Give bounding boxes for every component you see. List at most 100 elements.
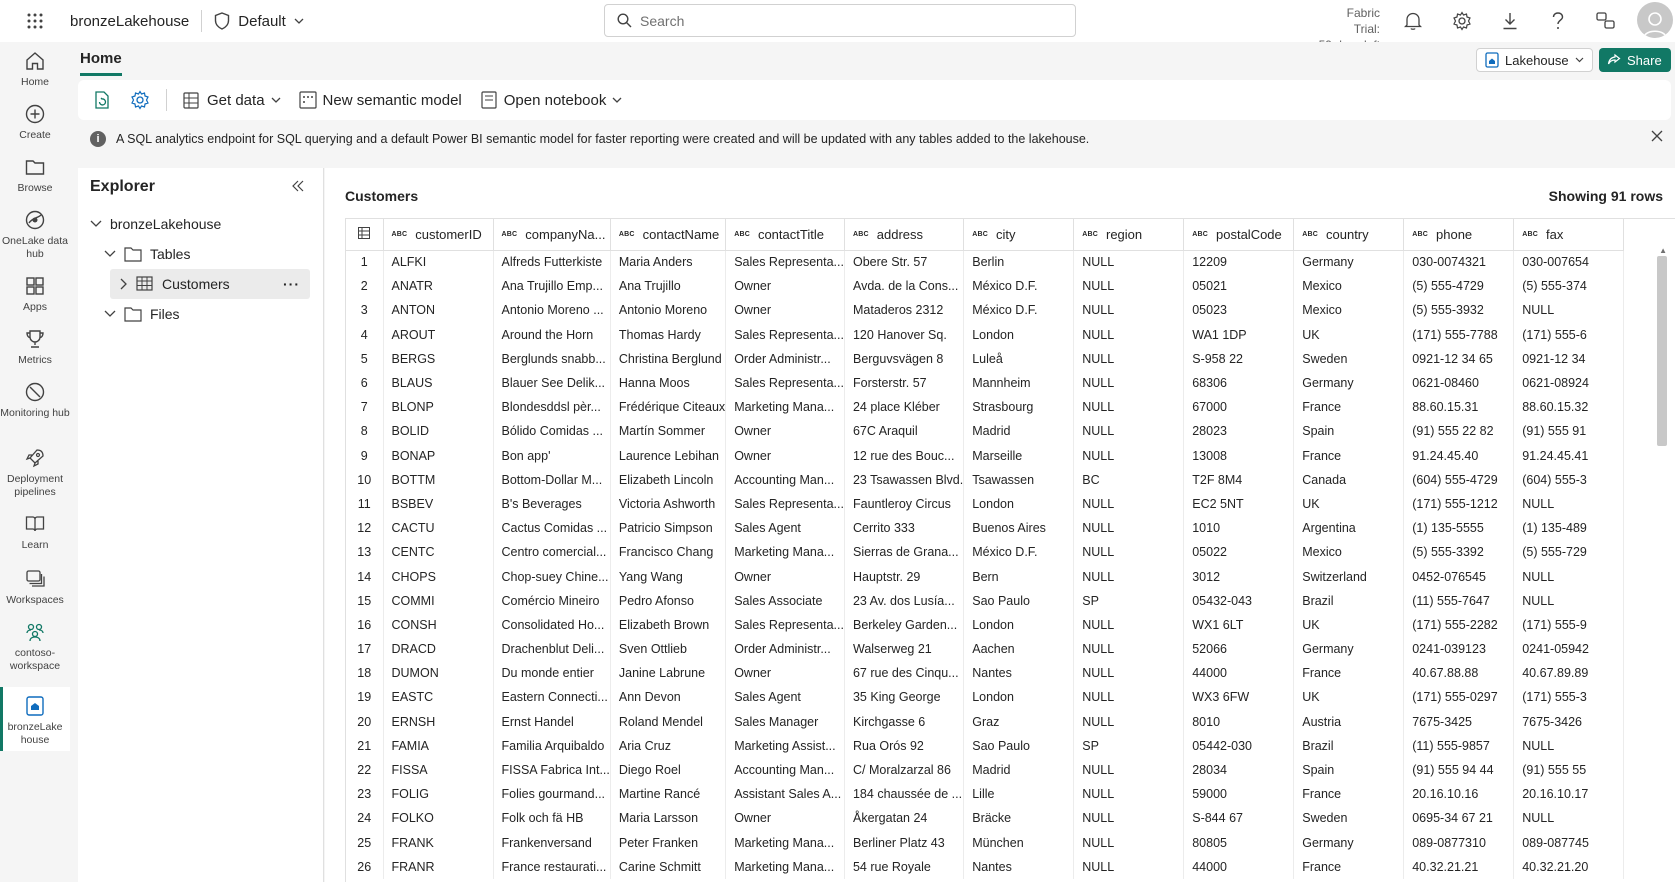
nav-onelake[interactable]: OneLake data hub [0,209,70,261]
table-cell: Madrid [963,419,1075,444]
help-button[interactable] [1546,9,1570,33]
collapse-explorer-button[interactable] [292,180,304,195]
scroll-up-arrow[interactable]: ▲ [1659,246,1667,255]
table-row[interactable]: 25 FRANK Frankenversand Peter Franken Market… [346,830,1625,855]
refresh-button[interactable] [86,86,118,114]
column-header[interactable]: ABC region [1073,219,1185,251]
open-notebook-button[interactable]: Open notebook [474,87,629,113]
table-row[interactable]: 26 FRANR France restaurati... Carine Schmit… [346,854,1625,879]
column-header[interactable]: ABC address [844,219,965,251]
table-row[interactable]: 5 BERGS Berglunds snabb... Christina Berglu… [346,346,1625,371]
table-row[interactable]: 22 FISSA FISSA Fabrica Int... Diego Roel Acc… [346,757,1625,783]
text-type-icon: ABC [852,230,869,238]
text-type-icon: ABC [1192,230,1208,238]
table-row[interactable]: 11 BSBEV B's Beverages Victoria Ashworth Sal… [346,491,1625,517]
item-title[interactable]: bronzeLakehouse [70,13,201,30]
table-row[interactable]: 9 BONAP Bon app' Laurence Lebihan Owner 12 ru… [346,443,1625,468]
download-button[interactable] [1498,9,1522,33]
table-row[interactable]: 21 FAMIA Familia Arquibaldo Aria Cruz Market… [346,733,1625,758]
share-button[interactable]: Share [1599,48,1671,72]
table-cell: S-958 22 [1183,346,1295,371]
nav-create[interactable]: Create [0,103,70,142]
lakehouse-mode-button[interactable]: Lakehouse [1476,48,1593,72]
table-cell: NULL [1073,612,1185,637]
table-row[interactable]: 10 BOTTM Bottom-Dollar M... Elizabeth Linco… [346,467,1625,492]
settings-button[interactable] [1450,9,1474,33]
table-cell: France [1293,782,1405,807]
data-grid[interactable]: ABC customerID ABC companyNa... ABC contactNa… [345,218,1675,882]
new-semantic-model-button[interactable]: New semantic model [293,87,468,113]
settings-toolbar-button[interactable] [124,86,156,114]
nav-contoso-workspace[interactable]: contoso-workspace [0,621,70,673]
avatar[interactable] [1637,2,1673,38]
table-cell: 28023 [1183,419,1295,444]
table-row[interactable]: 8 BOLID Bólido Comidas ... Martín Sommer Own… [346,419,1625,444]
search-box[interactable]: Search [604,4,1076,37]
table-row[interactable]: 4 AROUT Around the Horn Thomas Hardy Sales R… [346,322,1625,347]
app-launcher-button[interactable] [0,0,70,42]
explorer-pane: Explorer bronzeLakehouse Tables Customer… [78,168,324,882]
tab-home[interactable]: Home [80,50,122,76]
table-row[interactable]: 1 ALFKI Alfreds Futterkiste Maria Anders Sal… [346,250,1625,275]
nav-monitoring[interactable]: Monitoring hub [0,381,70,420]
table-row[interactable]: 16 CONSH Consolidated Ho... Elizabeth Brown… [346,612,1625,637]
dismiss-info-button[interactable] [1651,130,1663,145]
table-row[interactable]: 20 ERNSH Ernst Handel Roland Mendel Sales Ma… [346,709,1625,734]
column-header[interactable]: ABC companyNa... [493,219,611,251]
column-header[interactable]: ABC customerID [383,219,494,251]
table-row[interactable]: 23 FOLIG Folies gourmand... Martine Rancé As… [346,782,1625,807]
tree-files-folder[interactable]: Files [78,299,324,329]
feedback-button[interactable] [1594,9,1618,33]
table-cell: 20.16.10.17 [1513,782,1625,807]
get-data-button[interactable]: Get data [177,86,287,114]
nav-apps[interactable]: Apps [0,275,70,314]
table-cell: 80805 [1183,830,1295,855]
column-header[interactable]: ABC postalCode [1183,219,1295,251]
tree-root[interactable]: bronzeLakehouse [78,209,324,239]
vertical-scrollbar-thumb[interactable] [1657,256,1667,446]
column-header[interactable]: ABC fax [1513,219,1625,251]
nav-home[interactable]: Home [0,50,70,89]
table-row[interactable]: 7 BLONP Blondesddsl pèr... Frédérique Citea… [346,395,1625,420]
nav-browse[interactable]: Browse [0,156,70,195]
column-header[interactable]: ABC contactName [610,219,727,251]
table-row[interactable]: 6 BLAUS Blauer See Delik... Hanna Moos Sales… [346,370,1625,396]
select-all-cell[interactable] [346,219,384,251]
table-row[interactable]: 13 CENTC Centro comercial... Francisco Chan… [346,540,1625,565]
table-cell: Marketing Mana... [725,854,845,879]
more-options-icon[interactable]: ··· [283,276,300,292]
table-row[interactable]: 17 DRACD Drachenblut Deli... Sven Ottlieb Or… [346,637,1625,662]
table-row[interactable]: 18 DUMON Du monde entier Janine Labrune Owne… [346,661,1625,686]
notifications-button[interactable] [1401,9,1425,33]
table-cell: T2F 8M4 [1183,467,1295,492]
column-header[interactable]: ABC contactTitle [725,219,845,251]
sensitivity-selector[interactable]: Default [202,12,316,30]
table-row[interactable]: 2 ANATR Ana Trujillo Emp... Ana Trujillo Own… [346,274,1625,299]
table-cell: ANTON [383,298,494,323]
table-cell: Cactus Comidas ... [493,516,611,541]
nav-workspaces[interactable]: Workspaces [0,568,70,607]
table-row[interactable]: 15 COMMI Comércio Mineiro Pedro Afonso Sales… [346,588,1625,613]
column-header[interactable]: ABC city [963,219,1075,251]
nav-bronze-lakehouse[interactable]: bronzeLake house [0,687,70,751]
table-cell: Sao Paulo [963,733,1075,758]
nav-deployment[interactable]: Deployment pipelines [0,447,70,499]
table-cell: Drachenblut Deli... [493,637,611,662]
nav-metrics[interactable]: Metrics [0,328,70,367]
table-cell: WX1 6LT [1183,612,1295,637]
column-header[interactable]: ABC country [1293,219,1405,251]
table-row[interactable]: 12 CACTU Cactus Comidas ... Patricio Simpso… [346,516,1625,541]
table-cell: 40.67.89.89 [1513,661,1625,686]
table-row[interactable]: 14 CHOPS Chop-suey Chine... Yang Wang Owner H… [346,564,1625,589]
table-row[interactable]: 3 ANTON Antonio Moreno ... Antonio Moreno Ow… [346,298,1625,323]
table-row[interactable]: 24 FOLKO Folk och fä HB Maria Larsson Owner Å… [346,806,1625,831]
open-notebook-label: Open notebook [503,91,607,109]
tree-tables-folder[interactable]: Tables [78,239,324,269]
row-number: 6 [346,370,384,396]
main-area: Home Lakehouse Share Get data New semant… [70,42,1675,882]
column-header[interactable]: ABC phone [1403,219,1515,251]
tree-table-customers[interactable]: Customers ··· [110,269,310,299]
table-row[interactable]: 19 EASTC Eastern Connecti... Ann Devon Sales… [346,685,1625,710]
table-cell: Avda. de la Cons... [844,274,965,299]
nav-learn[interactable]: Learn [0,513,70,552]
